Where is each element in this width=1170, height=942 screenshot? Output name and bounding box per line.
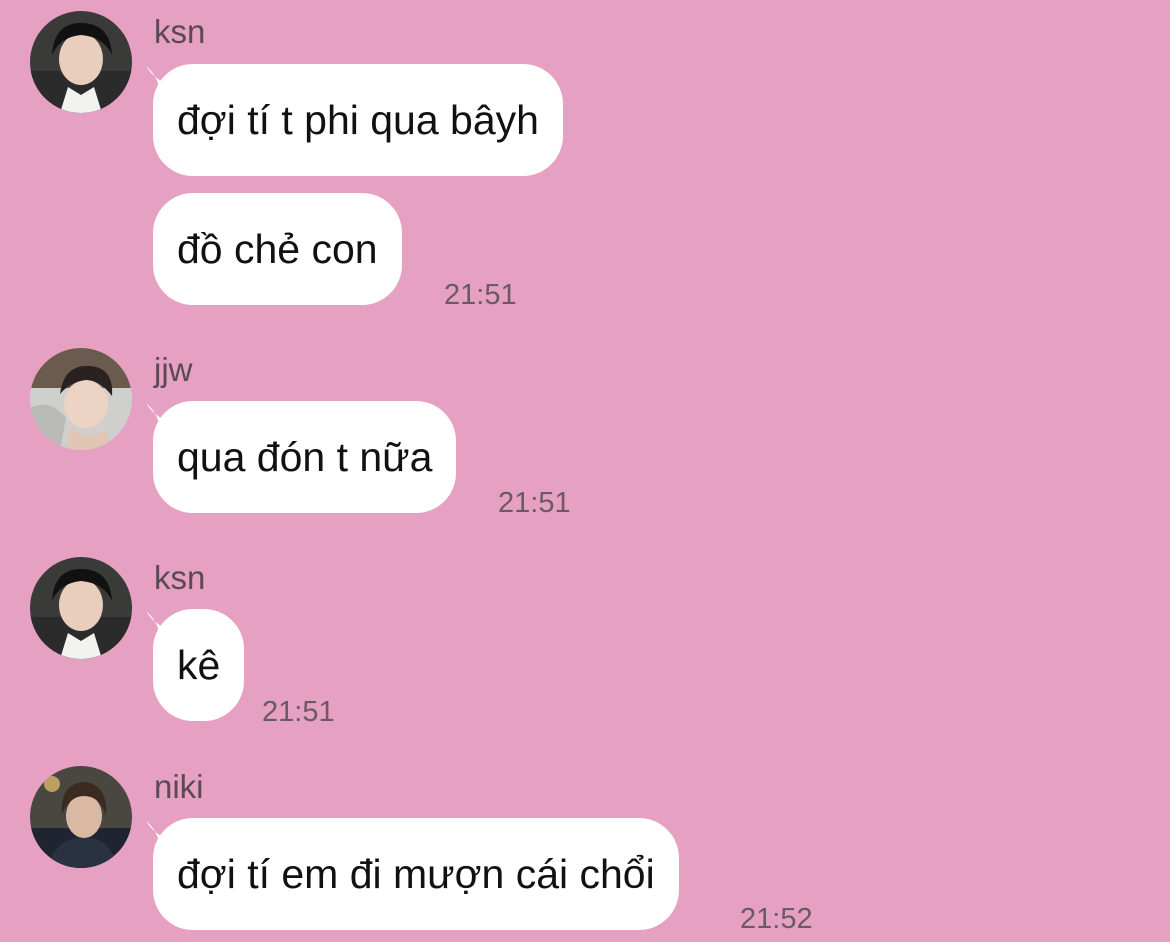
message-timestamp: 21:51 <box>498 487 571 519</box>
avatar-ksn[interactable] <box>30 557 132 659</box>
sender-name: niki <box>154 768 204 805</box>
message-bubble[interactable]: qua đón t nữa <box>153 401 457 513</box>
profile-photo-icon <box>30 11 132 113</box>
message-bubble[interactable]: đợi tí em đi mượn cái chổi <box>153 818 679 930</box>
message-timestamp: 21:52 <box>740 903 813 935</box>
message-bubble[interactable]: đồ chẻ con <box>153 193 402 305</box>
avatar-jjw[interactable] <box>30 348 132 450</box>
message-timestamp: 21:51 <box>444 279 517 311</box>
profile-photo-icon <box>30 348 132 450</box>
message-timestamp: 21:51 <box>262 696 335 728</box>
sender-name: ksn <box>154 13 206 50</box>
message-bubble[interactable]: kê <box>153 609 245 721</box>
sender-name: ksn <box>154 559 206 596</box>
message-bubble[interactable]: đợi tí t phi qua bâyh <box>153 64 563 176</box>
avatar-ksn[interactable] <box>30 11 132 113</box>
profile-photo-icon <box>30 766 132 868</box>
avatar-niki[interactable] <box>30 766 132 868</box>
sender-name: jjw <box>154 351 193 388</box>
chat-thread: ksn đợi tí t phi qua bâyh đồ chẻ con 21:… <box>0 0 1170 942</box>
profile-photo-icon <box>30 557 132 659</box>
